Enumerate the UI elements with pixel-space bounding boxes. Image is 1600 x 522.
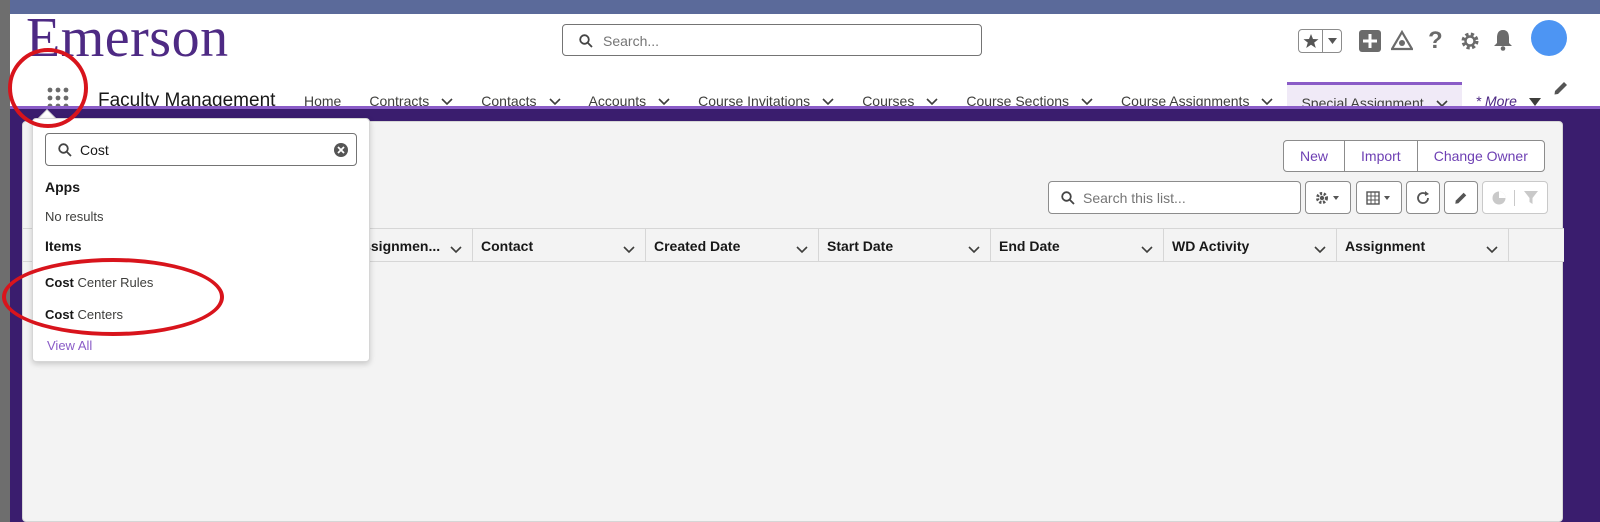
inline-edit-button[interactable] bbox=[1444, 181, 1478, 214]
global-actions-icon[interactable] bbox=[1359, 30, 1381, 57]
item-cost-centers[interactable]: Cost Centers bbox=[45, 307, 123, 322]
app-launcher-search-value[interactable]: Cost bbox=[80, 142, 109, 158]
change-owner-button[interactable]: Change Owner bbox=[1418, 141, 1544, 171]
gear-caret-icon bbox=[1316, 191, 1339, 204]
edit-nav-pencil-icon[interactable] bbox=[1553, 80, 1569, 101]
app-launcher-dropdown: Cost Apps No results Items Cost Center R… bbox=[32, 118, 370, 362]
refresh-icon bbox=[1417, 190, 1429, 204]
column-header-contact[interactable]: Contact bbox=[473, 229, 646, 262]
list-search-input[interactable] bbox=[1083, 189, 1293, 207]
notifications-bell-icon[interactable] bbox=[1493, 29, 1513, 56]
chevron-down-icon[interactable] bbox=[623, 241, 635, 257]
favorites-caret-icon[interactable] bbox=[1323, 30, 1341, 52]
charts-filters-button-group[interactable] bbox=[1482, 181, 1548, 214]
chevron-down-icon[interactable] bbox=[1314, 241, 1326, 257]
view-all-link[interactable]: View All bbox=[47, 338, 92, 353]
chart-icon[interactable] bbox=[1483, 189, 1516, 206]
chevron-down-icon[interactable] bbox=[1141, 241, 1153, 257]
item-cost-center-rules[interactable]: Cost Center Rules bbox=[45, 275, 153, 290]
star-icon bbox=[1299, 30, 1323, 52]
filter-icon[interactable] bbox=[1515, 190, 1547, 205]
pencil-icon bbox=[1455, 192, 1467, 204]
items-heading: Items bbox=[45, 238, 82, 254]
emerson-logo: Emerson bbox=[26, 7, 229, 69]
chevron-down-icon[interactable] bbox=[796, 241, 808, 257]
top-strip bbox=[0, 0, 1600, 14]
apps-heading: Apps bbox=[45, 179, 80, 195]
column-header-assignment[interactable]: Assignment bbox=[1337, 229, 1509, 262]
global-search-box[interactable] bbox=[562, 24, 982, 56]
column-header-created-date[interactable]: Created Date bbox=[646, 229, 819, 262]
search-icon bbox=[58, 143, 72, 162]
column-header-start-date[interactable]: Start Date bbox=[819, 229, 991, 262]
new-button[interactable]: New bbox=[1284, 141, 1346, 171]
column-header-end-date[interactable]: End Date bbox=[991, 229, 1164, 262]
chevron-down-icon[interactable] bbox=[1486, 241, 1498, 257]
favorites-button[interactable] bbox=[1298, 29, 1342, 53]
display-as-table-button[interactable] bbox=[1356, 181, 1402, 214]
search-icon bbox=[1061, 191, 1075, 210]
apps-no-results: No results bbox=[45, 209, 104, 224]
list-search-box[interactable] bbox=[1048, 181, 1301, 214]
window-frame-left bbox=[0, 0, 10, 522]
import-button[interactable]: Import bbox=[1345, 141, 1418, 171]
help-icon[interactable]: ? bbox=[1428, 27, 1443, 55]
clear-search-icon[interactable] bbox=[333, 142, 349, 163]
table-caret-icon bbox=[1366, 190, 1390, 205]
chevron-down-icon[interactable] bbox=[968, 241, 980, 257]
app-launcher-search-box[interactable]: Cost bbox=[45, 133, 357, 166]
trailhead-icon[interactable] bbox=[1390, 29, 1414, 57]
search-icon bbox=[579, 34, 593, 53]
setup-gear-icon[interactable] bbox=[1459, 30, 1481, 57]
refresh-button[interactable] bbox=[1406, 181, 1440, 214]
global-header: Emerson ? Faculty Ma bbox=[10, 7, 1600, 120]
user-avatar[interactable] bbox=[1531, 20, 1567, 56]
list-settings-button[interactable] bbox=[1305, 181, 1351, 214]
list-actions-button-group: New Import Change Owner bbox=[1283, 140, 1545, 172]
global-search-input[interactable] bbox=[603, 31, 963, 51]
column-header-wd-activity[interactable]: WD Activity bbox=[1164, 229, 1337, 262]
chevron-down-icon[interactable] bbox=[450, 241, 462, 257]
